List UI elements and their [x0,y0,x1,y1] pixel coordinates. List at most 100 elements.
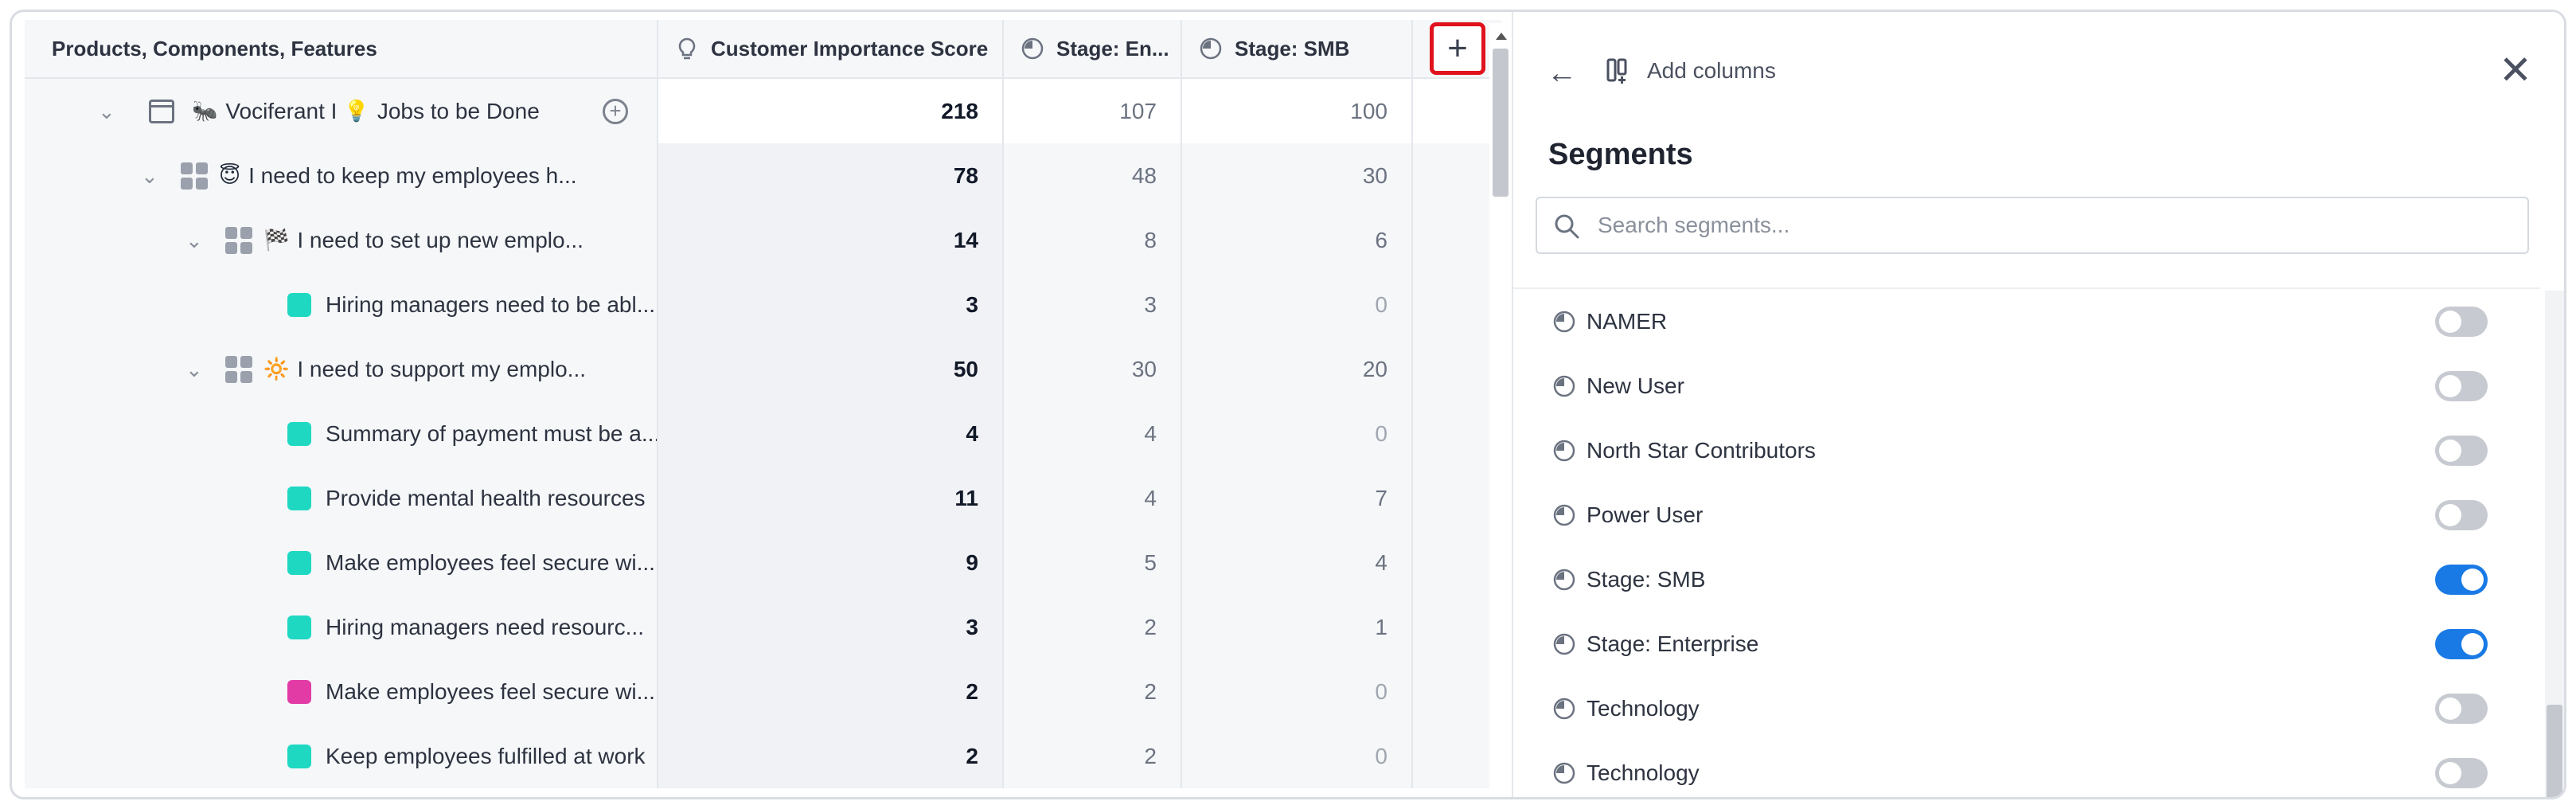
smb-cell: 0 [1182,659,1413,724]
table-row[interactable]: Summary of payment must be a... 4 4 0 [25,401,1502,466]
panel-scroll-thumb[interactable] [2547,705,2562,797]
ant-emoji-icon: 🐜 [192,99,218,123]
chevron-down-icon[interactable]: ⌄ [141,166,158,186]
segment-item-power-user[interactable]: Power User [1513,483,2540,547]
score-cell: 4 [658,401,1004,466]
segment-toggle[interactable] [2435,435,2488,466]
chevron-down-icon[interactable]: ⌄ [185,230,203,251]
row-name-cell: Hiring managers need to be abl... [25,272,658,337]
chevron-down-icon[interactable]: ⌄ [98,101,115,122]
row-name: I need to set up new emplo... [297,227,584,252]
segment-item-stage-smb[interactable]: Stage: SMB [1513,547,2540,612]
close-icon[interactable]: ✕ [2499,47,2532,93]
row-name-suffix: Jobs to be Done [377,98,540,123]
segment-pie-icon [1553,440,1575,461]
toggle-knob [2461,632,2484,655]
score-cell: 2 [658,724,1004,788]
column-header-name[interactable]: Products, Components, Features [25,20,658,78]
row-name-cell: Provide mental health resources [25,466,658,530]
segment-item-north-star-contributors[interactable]: North Star Contributors [1513,418,2540,483]
chevron-down-icon[interactable]: ⌄ [185,359,203,380]
segment-pie-icon [1021,37,1044,60]
row-name: Keep employees fulfilled at work [326,743,646,768]
feature-square-icon [287,615,311,639]
segment-toggle[interactable] [2435,564,2488,595]
smb-cell: 0 [1182,272,1413,337]
arrow-left-icon[interactable]: ← [1547,57,1577,91]
segment-toggle[interactable] [2435,370,2488,401]
row-name-cell: ⌄ 😇 I need to keep my employees h... [25,143,658,208]
column-header-smb[interactable]: Stage: SMB [1182,20,1413,78]
toggle-knob [2439,374,2461,397]
feature-square-icon [287,421,311,446]
toggle-knob [2439,310,2461,333]
segment-item-technology[interactable]: Technology [1513,676,2540,741]
segment-pie-icon [1553,504,1575,526]
app-frame: Products, Components, Features Customer … [10,10,2566,799]
segment-toggle[interactable] [2435,693,2488,724]
search-segments-input[interactable] [1598,198,2513,252]
toggle-knob [2439,761,2461,784]
score-cell: 14 [658,208,1004,272]
row-name: Make employees feel secure wi... [326,549,655,575]
column-header-enterprise[interactable]: Stage: En... [1004,20,1182,78]
table-row[interactable]: ⌄ 🐜 Vociferant I 💡 Jobs to be Done + 218… [25,79,1502,143]
table-body: ⌄ 🐜 Vociferant I 💡 Jobs to be Done + 218… [25,79,1502,788]
feature-square-icon [287,486,311,510]
smb-cell: 20 [1182,337,1413,401]
enterprise-cell: 2 [1004,724,1182,788]
smb-cell: 0 [1182,724,1413,788]
table-scrollbar[interactable] [1489,23,1512,797]
sun-emoji-icon: 🔆 [263,357,290,381]
segment-item-technology[interactable]: Technology [1513,741,2540,797]
table-row[interactable]: Hiring managers need to be abl... 3 3 0 [25,272,1502,337]
add-child-icon[interactable]: + [603,98,628,124]
toggle-knob [2439,503,2461,526]
table-row[interactable]: ⌄ 🔆 I need to support my emplo... 50 30 … [25,337,1502,401]
segment-pie-icon [1553,762,1575,784]
table-header: Products, Components, Features Customer … [25,20,1502,79]
component-grid-icon [225,355,252,383]
segment-toggle[interactable] [2435,499,2488,530]
toggle-knob [2461,568,2484,591]
smb-cell: 1 [1182,595,1413,659]
row-name: I need to keep my employees h... [248,162,577,188]
segment-item-new-user[interactable]: New User [1513,354,2540,418]
segment-label: Technology [1587,695,1700,721]
add-column-button[interactable]: + [1430,22,1485,75]
feature-square-icon [287,679,311,704]
segment-pie-icon [1200,37,1222,60]
segment-item-stage-enterprise[interactable]: Stage: Enterprise [1513,612,2540,676]
column-header-enterprise-label: Stage: En... [1056,36,1169,61]
row-name-cell: Keep employees fulfilled at work [25,724,658,788]
segment-label: North Star Contributors [1587,437,1816,463]
smb-cell: 6 [1182,208,1413,272]
segment-toggle[interactable] [2435,628,2488,659]
scroll-thumb[interactable] [1493,49,1509,197]
column-header-score[interactable]: Customer Importance Score [658,20,1004,78]
table-row[interactable]: Make employees feel secure wi... 2 2 0 [25,659,1502,724]
score-cell: 2 [658,659,1004,724]
row-name-cell: Make employees feel secure wi... [25,659,658,724]
segment-toggle[interactable] [2435,757,2488,788]
panel-scrollbar[interactable] [2545,291,2564,797]
segment-label: NAMER [1587,308,1668,334]
enterprise-cell: 2 [1004,659,1182,724]
segment-label: New User [1587,373,1684,398]
table-row[interactable]: Provide mental health resources 11 4 7 [25,466,1502,530]
enterprise-cell: 4 [1004,401,1182,466]
segment-pie-icon [1553,569,1575,590]
table-row[interactable]: Hiring managers need resourc... 3 2 1 [25,595,1502,659]
table-row[interactable]: ⌄ 🏁 I need to set up new emplo... 14 8 6 [25,208,1502,272]
table-row[interactable]: Make employees feel secure wi... 9 5 4 [25,530,1502,595]
add-columns-icon [1606,58,1627,84]
table-row[interactable]: ⌄ 😇 I need to keep my employees h... 78 … [25,143,1502,208]
scroll-up-arrow-icon[interactable] [1496,33,1507,40]
table-row[interactable]: Keep employees fulfilled at work 2 2 0 [25,724,1502,788]
segment-toggle[interactable] [2435,306,2488,337]
feature-square-icon [287,550,311,575]
add-columns-panel: ← Add columns ✕ Segments NAMER [1512,12,2564,797]
toggle-knob [2439,439,2461,462]
segment-item-namer[interactable]: NAMER [1513,289,2540,354]
row-name: Make employees feel secure wi... [326,678,655,704]
